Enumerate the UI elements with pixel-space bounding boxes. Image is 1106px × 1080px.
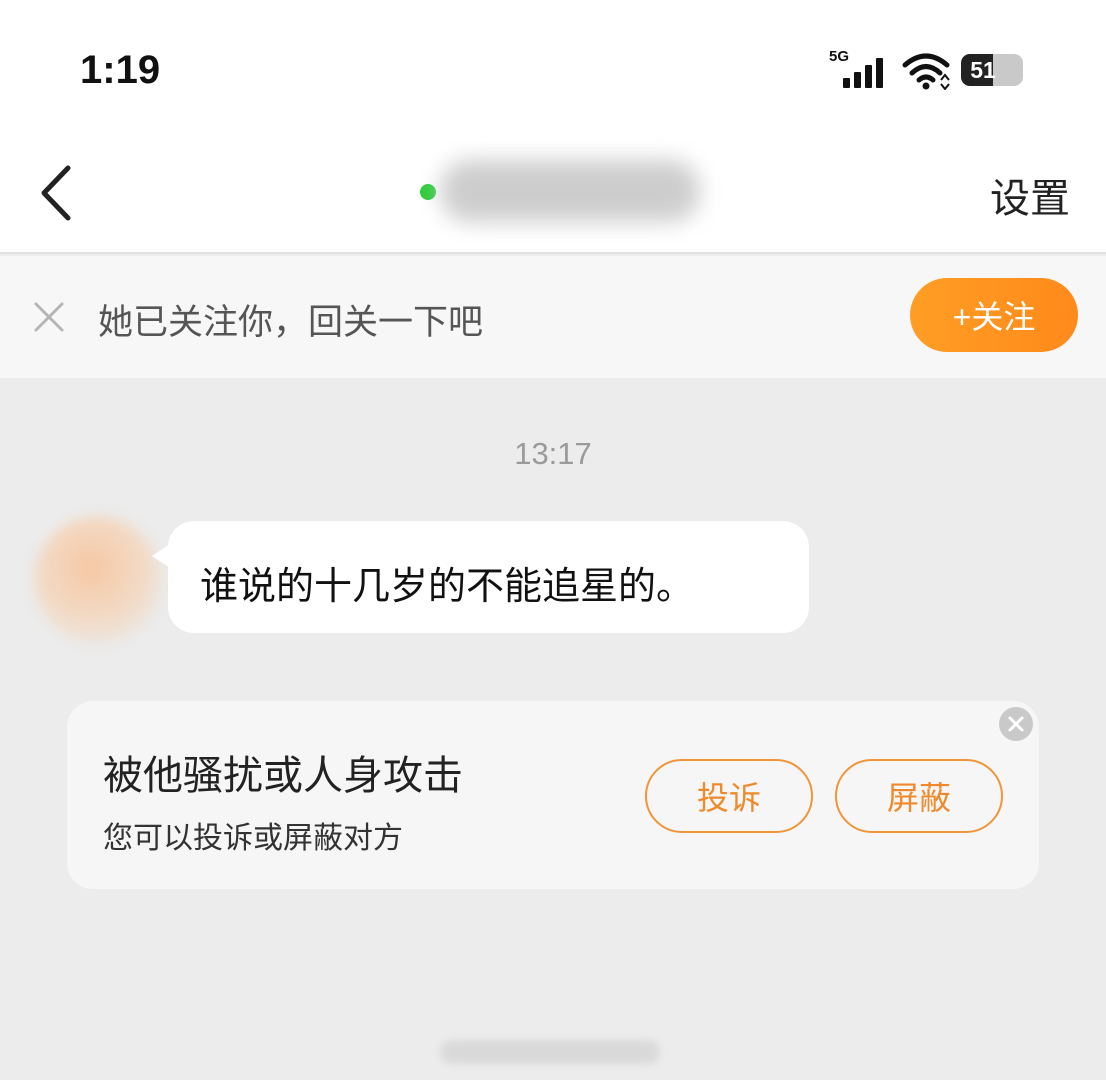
follow-button[interactable]: +关注 [910,278,1078,352]
message-bubble[interactable]: 谁说的十几岁的不能追星的。 [168,521,809,633]
online-status-dot [420,184,436,200]
back-icon[interactable] [32,160,82,226]
status-bar: 1:19 5G 51 [0,0,1106,130]
nav-bar: 设置 [0,130,1106,254]
follow-back-banner: 她已关注你，回关一下吧 +关注 [0,256,1106,378]
home-indicator [440,1040,660,1064]
status-time: 1:19 [80,48,161,92]
battery-level: 51 [970,57,996,83]
conversation-title-redacted [440,160,700,222]
follow-back-text: 她已关注你，回关一下吧 [98,303,484,343]
wifi-icon [902,53,950,90]
harassment-title: 被他骚扰或人身攻击 [103,753,463,799]
harassment-notice-card: 被他骚扰或人身攻击 您可以投诉或屏蔽对方 投诉 屏蔽 [67,701,1039,889]
block-button[interactable]: 屏蔽 [835,759,1003,833]
avatar[interactable] [34,516,162,644]
report-button[interactable]: 投诉 [645,759,813,833]
card-close-icon[interactable] [999,707,1033,741]
battery-icon: 51 [961,54,1023,86]
status-icons: 5G 51 [829,48,1023,92]
message-timestamp: 13:17 [514,436,592,471]
cellular-signal-icon: 5G [829,48,891,90]
settings-button[interactable]: 设置 [990,166,1070,224]
message-text: 谁说的十几岁的不能追星的。 [200,564,695,608]
close-icon[interactable] [32,300,66,334]
harassment-subtitle: 您可以投诉或屏蔽对方 [103,821,403,856]
